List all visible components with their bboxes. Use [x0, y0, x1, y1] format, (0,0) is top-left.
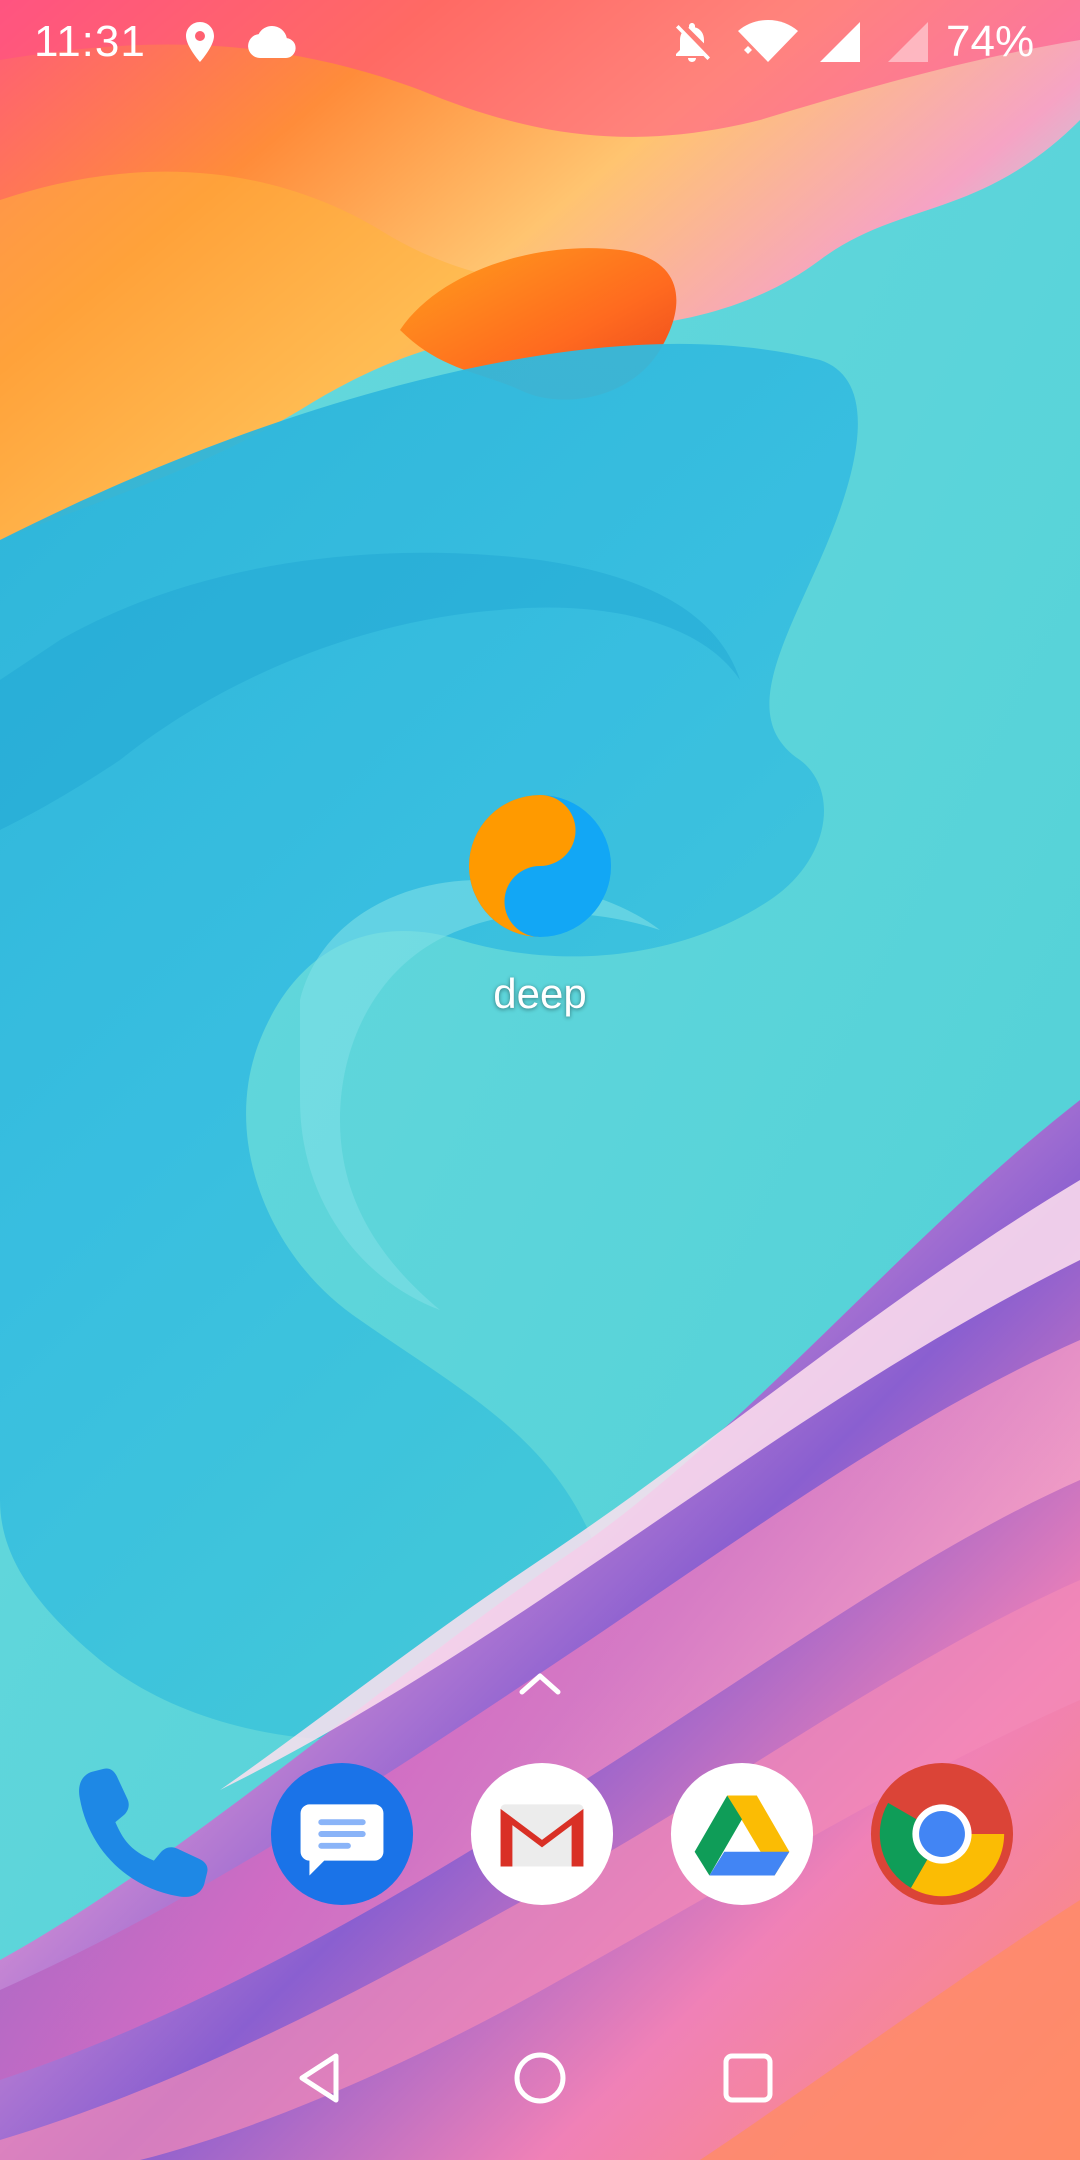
recents-icon[interactable]	[716, 2046, 780, 2110]
deep-app-icon	[468, 794, 612, 938]
wifi-icon	[738, 20, 798, 62]
phone-icon[interactable]	[68, 1760, 216, 1908]
battery-percent: 74%	[946, 17, 1035, 66]
app-drawer-handle-icon[interactable]	[516, 1668, 564, 1698]
back-icon[interactable]	[288, 2046, 352, 2110]
drive-icon[interactable]	[668, 1760, 816, 1908]
status-bar: 11:31 74%	[0, 0, 1080, 86]
app-deep[interactable]: deep	[452, 784, 628, 1024]
app-label: deep	[493, 970, 587, 1017]
cloud-icon	[248, 25, 296, 59]
battery-icon	[888, 22, 928, 62]
gmail-icon[interactable]	[468, 1760, 616, 1908]
chrome-icon[interactable]	[868, 1760, 1016, 1908]
messages-icon[interactable]	[268, 1760, 416, 1908]
cell-signal-icon	[820, 22, 860, 62]
status-time: 11:31	[34, 17, 146, 66]
notifications-muted-icon	[676, 23, 710, 62]
location-icon	[186, 22, 214, 62]
home-icon[interactable]	[508, 2046, 572, 2110]
